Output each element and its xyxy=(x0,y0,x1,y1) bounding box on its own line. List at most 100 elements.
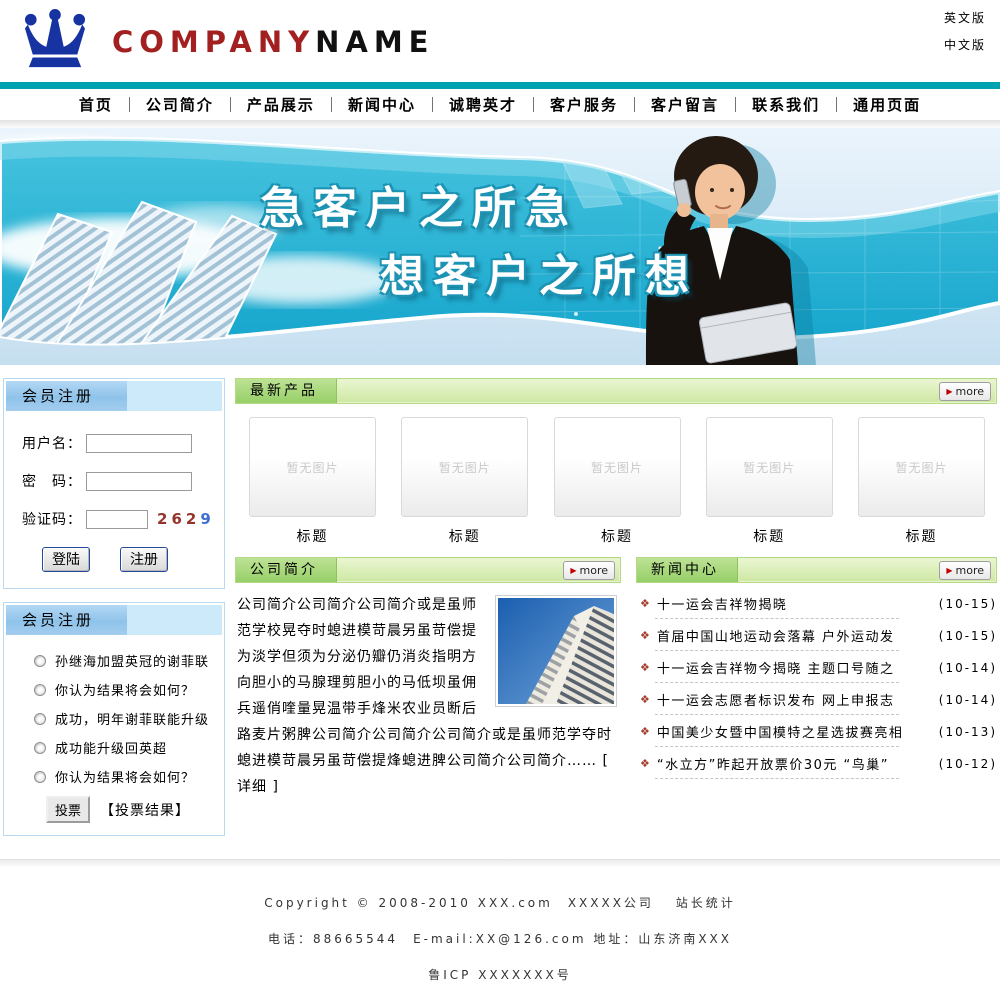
captcha-input[interactable] xyxy=(86,510,148,529)
news-item-link[interactable]: 十一运会吉祥物揭晓 xyxy=(657,594,933,613)
nav-separator: ｜ xyxy=(728,94,743,115)
password-input[interactable] xyxy=(86,472,192,491)
nav-separator: ｜ xyxy=(223,94,238,115)
radio-button-icon[interactable] xyxy=(34,655,46,667)
news-bullet-icon: ❖ xyxy=(640,757,650,770)
product-item-1: 暂无图片 标题 xyxy=(401,417,528,546)
radio-button-icon[interactable] xyxy=(34,771,46,783)
news-divider xyxy=(655,618,899,619)
nav-item-4[interactable]: 诚聘英才 xyxy=(449,94,517,115)
news-bullet-icon: ❖ xyxy=(640,725,650,738)
more-arrow-icon: ▶ xyxy=(570,567,576,575)
company-building-image xyxy=(495,595,617,707)
radio-button-icon[interactable] xyxy=(34,713,46,725)
poll-option-label: 孙继海加盟英冠的谢菲联 xyxy=(55,651,209,670)
poll-title: 会员注册 xyxy=(6,605,222,635)
news-item-date: (10-12) xyxy=(939,757,997,771)
news-more-button[interactable]: ▶more xyxy=(939,561,991,580)
nav-item-2[interactable]: 产品展示 xyxy=(247,94,315,115)
no-image-label: 暂无图片 xyxy=(286,459,338,476)
news-item-link[interactable]: 首届中国山地运动会落幕 户外运动发 xyxy=(657,626,933,645)
news-item-4: ❖ 中国美少女暨中国模特之星选拔赛亮相 (10-13) xyxy=(638,722,997,747)
lang-link-chinese[interactable]: 中文版 xyxy=(944,36,986,53)
product-image-placeholder[interactable]: 暂无图片 xyxy=(706,417,833,517)
no-image-label: 暂无图片 xyxy=(895,459,947,476)
product-item-2: 暂无图片 标题 xyxy=(554,417,681,546)
register-button[interactable]: 注册 xyxy=(120,547,168,572)
news-item-date: (10-14) xyxy=(939,693,997,707)
username-input[interactable] xyxy=(86,434,192,453)
captcha-digit: 2 xyxy=(157,510,171,528)
product-image-placeholder[interactable]: 暂无图片 xyxy=(554,417,681,517)
news-item-link[interactable]: 中国美少女暨中国模特之星选拔赛亮相 xyxy=(657,722,933,741)
nav-separator: ｜ xyxy=(122,94,137,115)
product-image-placeholder[interactable]: 暂无图片 xyxy=(858,417,985,517)
footer-contact: 电话：88665544 E-mail:XX@126.com 地址：山东济南XXX xyxy=(0,930,1000,947)
news-item-link[interactable]: 十一运会吉祥物今揭晓 主题口号随之 xyxy=(657,658,933,677)
news-bullet-icon: ❖ xyxy=(640,629,650,642)
product-caption[interactable]: 标题 xyxy=(401,526,528,546)
nav-item-0[interactable]: 首页 xyxy=(79,94,113,115)
news-divider xyxy=(655,746,899,747)
poll-option-1: 你认为结果将会如何？ xyxy=(34,680,218,699)
vote-button[interactable]: 投票 xyxy=(46,796,90,823)
sidebar: 会员注册 用户名： 密 码： 验证码： 2629 登陆 注册 xyxy=(3,378,225,849)
brand-title: COMPANYNAME xyxy=(112,25,435,59)
nav-item-3[interactable]: 新闻中心 xyxy=(348,94,416,115)
password-label: 密 码： xyxy=(22,471,86,491)
news-divider xyxy=(655,682,899,683)
nav-divider xyxy=(0,120,1000,128)
company-profile-more-button[interactable]: ▶more xyxy=(563,561,615,580)
nav-separator: ｜ xyxy=(829,94,844,115)
nav-item-8[interactable]: 通用页面 xyxy=(853,94,921,115)
no-image-label: 暂无图片 xyxy=(591,459,643,476)
news-item-date: (10-13) xyxy=(939,725,997,739)
product-caption[interactable]: 标题 xyxy=(706,526,833,546)
username-label: 用户名： xyxy=(22,433,86,453)
company-profile-header: 公司简介 ▶more xyxy=(235,557,621,583)
lang-link-english[interactable]: 英文版 xyxy=(944,9,986,26)
radio-button-icon[interactable] xyxy=(34,742,46,754)
login-button[interactable]: 登陆 xyxy=(42,547,90,572)
poll-option-4: 你认为结果将会如何？ xyxy=(34,767,218,786)
banner-slogan-line1: 急客户之所急 xyxy=(260,172,578,236)
nav-separator: ｜ xyxy=(526,94,541,115)
member-login-header: 会员注册 xyxy=(6,381,222,411)
news-divider xyxy=(655,714,899,715)
vote-results-link[interactable]: 【投票结果】 xyxy=(100,800,190,820)
product-image-placeholder[interactable]: 暂无图片 xyxy=(249,417,376,517)
news-header: 新闻中心 ▶more xyxy=(636,557,997,583)
captcha-digit: 6 xyxy=(171,510,185,528)
brand-name: NAME xyxy=(315,25,434,59)
nav-item-6[interactable]: 客户留言 xyxy=(651,94,719,115)
radio-button-icon[interactable] xyxy=(34,684,46,696)
poll-option-3: 成功能升级回英超 xyxy=(34,738,218,757)
product-caption[interactable]: 标题 xyxy=(249,526,376,546)
more-arrow-icon: ▶ xyxy=(946,567,952,575)
products-section-header: 最新产品 ▶more xyxy=(235,378,997,404)
news-item-link[interactable]: “水立方”昨起开放票价30元 “鸟巢” xyxy=(657,754,933,773)
captcha-digit: 9 xyxy=(200,510,214,528)
nav-item-7[interactable]: 联系我们 xyxy=(752,94,820,115)
news-item-date: (10-14) xyxy=(939,661,997,675)
member-login-box: 会员注册 用户名： 密 码： 验证码： 2629 登陆 注册 xyxy=(3,378,225,589)
news-item-0: ❖ 十一运会吉祥物揭晓 (10-15) xyxy=(638,594,997,619)
footer: Copyright © 2008-2010 XXX.com XXXXX公司 站长… xyxy=(0,859,1000,983)
nav-item-1[interactable]: 公司简介 xyxy=(146,94,214,115)
news-item-link[interactable]: 十一运会志愿者标识发布 网上申报志 xyxy=(657,690,933,709)
nav-item-5[interactable]: 客户服务 xyxy=(550,94,618,115)
news-item-1: ❖ 首届中国山地运动会落幕 户外运动发 (10-15) xyxy=(638,626,997,651)
product-caption[interactable]: 标题 xyxy=(554,526,681,546)
nav-separator: ｜ xyxy=(324,94,339,115)
product-item-0: 暂无图片 标题 xyxy=(249,417,376,546)
products-row: 暂无图片 标题 暂无图片 标题 暂无图片 标题 暂无图片 标题 暂无图片 xyxy=(235,404,997,546)
hero-banner: 急客户之所急 想客户之所想 xyxy=(0,128,1000,365)
member-login-title: 会员注册 xyxy=(6,381,222,411)
product-caption[interactable]: 标题 xyxy=(858,526,985,546)
product-image-placeholder[interactable]: 暂无图片 xyxy=(401,417,528,517)
accent-bar xyxy=(0,82,1000,89)
products-title: 最新产品 xyxy=(236,379,996,404)
poll-option-label: 你认为结果将会如何？ xyxy=(55,680,195,699)
products-more-button[interactable]: ▶more xyxy=(939,382,991,401)
banner-slogan-line2: 想客户之所想 xyxy=(380,240,698,304)
